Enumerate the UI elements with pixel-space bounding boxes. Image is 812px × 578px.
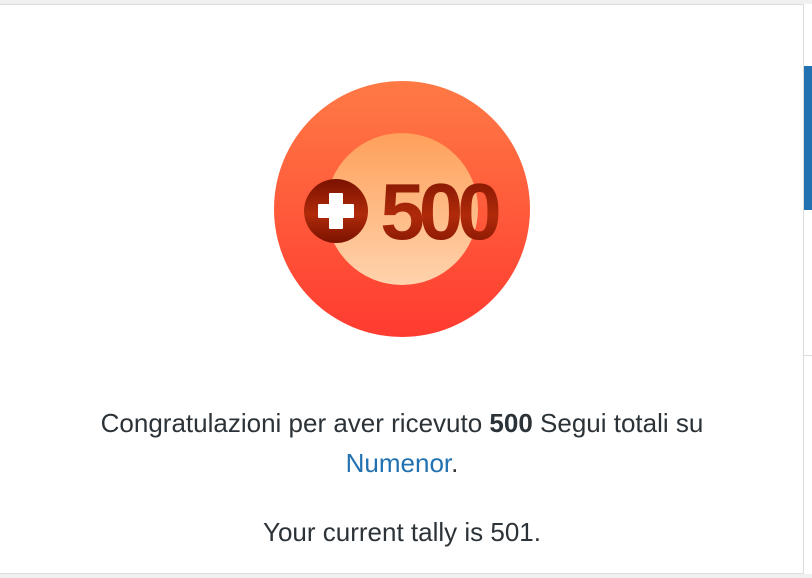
message-prefix: Congratulazioni per aver ricevuto <box>100 408 490 438</box>
current-tally: Your current tally is 501. <box>263 517 541 547</box>
side-panel-divider <box>804 355 812 356</box>
follower-count: 500 <box>489 408 533 438</box>
achievement-badge: 500 <box>274 81 530 337</box>
message-suffix: . <box>451 448 459 478</box>
screen: 500 Congratulazioni per aver ricevuto 50… <box>0 0 812 578</box>
message-middle: Segui totali su <box>532 408 704 438</box>
notification-card: 500 Congratulazioni per aver ricevuto 50… <box>0 4 804 574</box>
plus-icon <box>304 179 368 243</box>
site-link[interactable]: Numenor <box>346 448 452 478</box>
side-panel-accent <box>804 66 812 210</box>
milestone-badge-icon: 500 <box>274 81 530 337</box>
badge-number: 500 <box>380 167 499 256</box>
congratulations-message: Congratulazioni per aver ricevuto 500 Se… <box>0 403 804 483</box>
